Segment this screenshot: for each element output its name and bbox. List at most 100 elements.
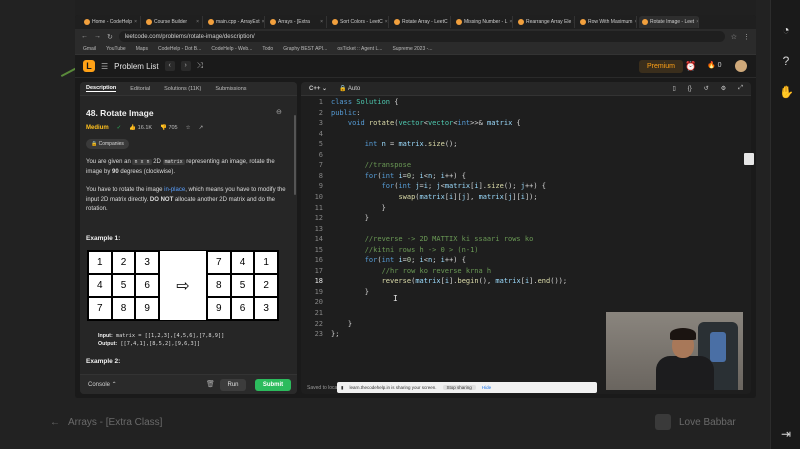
streak-counter: 🔥 0	[707, 62, 722, 69]
code-line[interactable]: }	[331, 204, 386, 212]
browser-tab[interactable]: Rotate Image - Leet ×	[639, 16, 699, 28]
tab-close-icon[interactable]: ×	[134, 19, 137, 25]
tab-favicon-icon	[270, 19, 276, 25]
code-line[interactable]: }	[331, 214, 369, 222]
bookmark-item[interactable]: CodeHelp - Dot B...	[158, 46, 201, 52]
url-field[interactable]: leetcode.com/problems/rotate-image/descr…	[118, 31, 725, 42]
line-number: 7	[318, 161, 323, 170]
code-line[interactable]: }	[331, 320, 352, 328]
bookmark-item[interactable]: Todo	[262, 46, 273, 52]
code-line[interactable]: //transpose	[331, 161, 411, 169]
hand-raise-icon[interactable]: ✋	[779, 85, 794, 99]
code-line[interactable]: //hr row ko reverse krna h	[331, 267, 492, 275]
browser-tab[interactable]: Rearrange Array Ele×	[515, 16, 575, 28]
tab-close-icon[interactable]: ×	[634, 19, 636, 25]
reload-icon[interactable]: ↻	[107, 33, 113, 41]
code-line[interactable]: };	[331, 330, 339, 338]
tab-close-icon[interactable]: ×	[696, 19, 698, 25]
code-line[interactable]: class Solution {	[331, 98, 398, 106]
hide-share-button[interactable]: Hide	[482, 385, 491, 390]
tab-favicon-icon	[518, 19, 524, 25]
code-line[interactable]: for(int i=0; i<n; i++) {	[331, 256, 466, 264]
browser-tab[interactable]: main.cpp - ArrayExt ×	[205, 16, 265, 28]
tab-close-icon[interactable]: ×	[509, 19, 512, 25]
code-line[interactable]: void rotate(vector<vector<int>>& matrix …	[331, 119, 521, 127]
user-avatar[interactable]	[735, 60, 747, 72]
share-icon[interactable]: ↗	[199, 125, 204, 131]
auto-mode[interactable]: 🔒 Auto	[339, 85, 360, 92]
code-line[interactable]: for(int i=0; i<n; i++) {	[331, 172, 466, 180]
bookmark-item[interactable]: osTicket :: Agent L...	[337, 46, 382, 52]
more-options-icon[interactable]: ⊖	[276, 108, 282, 116]
back-arrow-icon[interactable]: ←	[50, 417, 60, 428]
extensions-icon[interactable]: ⋮	[743, 33, 750, 41]
bookmark-icon[interactable]: ▯	[672, 85, 675, 92]
bookmark-item[interactable]: CodeHelp - Web...	[211, 46, 252, 52]
share-indicator-icon: ▮	[341, 384, 344, 390]
help-icon[interactable]: ?	[779, 54, 793, 68]
leetcode-logo-icon[interactable]: L	[83, 60, 95, 72]
reset-code-icon[interactable]: ↺	[704, 85, 709, 92]
code-line[interactable]: reverse(matrix[i].begin(), matrix[i].end…	[331, 277, 568, 285]
browser-tab[interactable]: Missing Number - L ×	[453, 16, 513, 28]
forward-icon[interactable]: →	[94, 33, 101, 40]
bookmark-item[interactable]: Supreme 2023 -...	[392, 46, 432, 52]
premium-button[interactable]: Premium	[639, 60, 684, 73]
run-button[interactable]: Run	[220, 379, 246, 391]
dislike-button[interactable]: 👎 705	[160, 125, 178, 131]
tab-close-icon[interactable]: ×	[450, 19, 451, 25]
code-line[interactable]: public:	[331, 109, 361, 117]
document-icon[interactable]	[744, 153, 754, 165]
matrix-cell: 7	[207, 251, 231, 274]
code-line[interactable]: swap(matrix[i][j], matrix[j][i]);	[331, 193, 537, 201]
submit-button[interactable]: Submit	[255, 379, 291, 391]
timer-icon[interactable]: ⏰	[685, 61, 696, 72]
fullscreen-icon[interactable]: ⤢	[738, 85, 743, 92]
tab-submissions[interactable]: Submissions	[215, 86, 246, 92]
tab-close-icon[interactable]: ×	[385, 19, 388, 25]
stop-sharing-button[interactable]: Stop sharing	[442, 385, 476, 390]
tab-solutions[interactable]: Solutions (11K)	[164, 86, 201, 92]
bookmark-item[interactable]: Gmail	[83, 46, 96, 52]
favorite-star-icon[interactable]: ☆	[186, 125, 191, 131]
browser-tab[interactable]: Row With Maximum×	[577, 16, 637, 28]
code-line[interactable]: //kitni rows h -> 0 > (n-1)	[331, 246, 479, 254]
browser-tab[interactable]: Course Builder ×	[143, 16, 203, 28]
tab-close-icon[interactable]: ×	[320, 19, 323, 25]
settings-icon[interactable]: ⚙	[721, 85, 726, 92]
browser-tab[interactable]: Rotate Array - LeetC×	[391, 16, 451, 28]
tab-description[interactable]: Description	[86, 85, 117, 92]
code-line[interactable]: }	[331, 288, 369, 296]
code-line[interactable]: //reverse -> 2D MATTIX ki ssaari rows ko	[331, 235, 534, 243]
code-line[interactable]: for(int j=i; j<matrix[i].size(); j++) {	[331, 182, 546, 190]
tab-close-icon[interactable]: ×	[573, 19, 574, 25]
browser-tab[interactable]: Sort Colors - LeetC ×	[329, 16, 389, 28]
braces-icon[interactable]: {}	[688, 86, 692, 92]
problem-list-link[interactable]: Problem List	[114, 62, 158, 71]
next-problem-button[interactable]: ›	[180, 61, 191, 71]
bookmark-item[interactable]: YouTube	[106, 46, 126, 52]
language-select[interactable]: C++ ⌄	[309, 85, 327, 92]
tab-favicon-icon	[84, 19, 90, 25]
shuffle-icon[interactable]: ⤨	[197, 61, 203, 71]
tab-editorial[interactable]: Editorial	[130, 86, 150, 92]
browser-tab[interactable]: Home - CodeHelp ×	[81, 16, 141, 28]
matrix-cell: 3	[254, 297, 278, 320]
description-scrollbar[interactable]	[294, 115, 296, 195]
back-icon[interactable]: ←	[81, 33, 88, 40]
bookmark-item[interactable]: Graphy BEST API...	[283, 46, 327, 52]
companies-tag[interactable]: 🔒 Companies	[86, 139, 129, 149]
tab-close-icon[interactable]: ×	[196, 19, 199, 25]
bookmark-item[interactable]: Maps	[136, 46, 148, 52]
console-toggle[interactable]: Console ⌃	[88, 381, 117, 388]
chat-icon[interactable]: ◔	[779, 23, 793, 37]
tab-close-icon[interactable]: ×	[262, 19, 264, 25]
code-line[interactable]: int n = matrix.size();	[331, 140, 458, 148]
browser-tab[interactable]: Arrays - [Extra ×	[267, 16, 327, 28]
list-icon[interactable]: ☰	[101, 62, 108, 71]
like-button[interactable]: 👍 16.1K	[129, 125, 152, 131]
star-icon[interactable]: ☆	[731, 33, 737, 41]
prev-problem-button[interactable]: ‹	[164, 61, 175, 71]
exit-icon[interactable]: ⇥	[779, 427, 793, 441]
reset-icon[interactable]: 🗑	[206, 380, 215, 388]
